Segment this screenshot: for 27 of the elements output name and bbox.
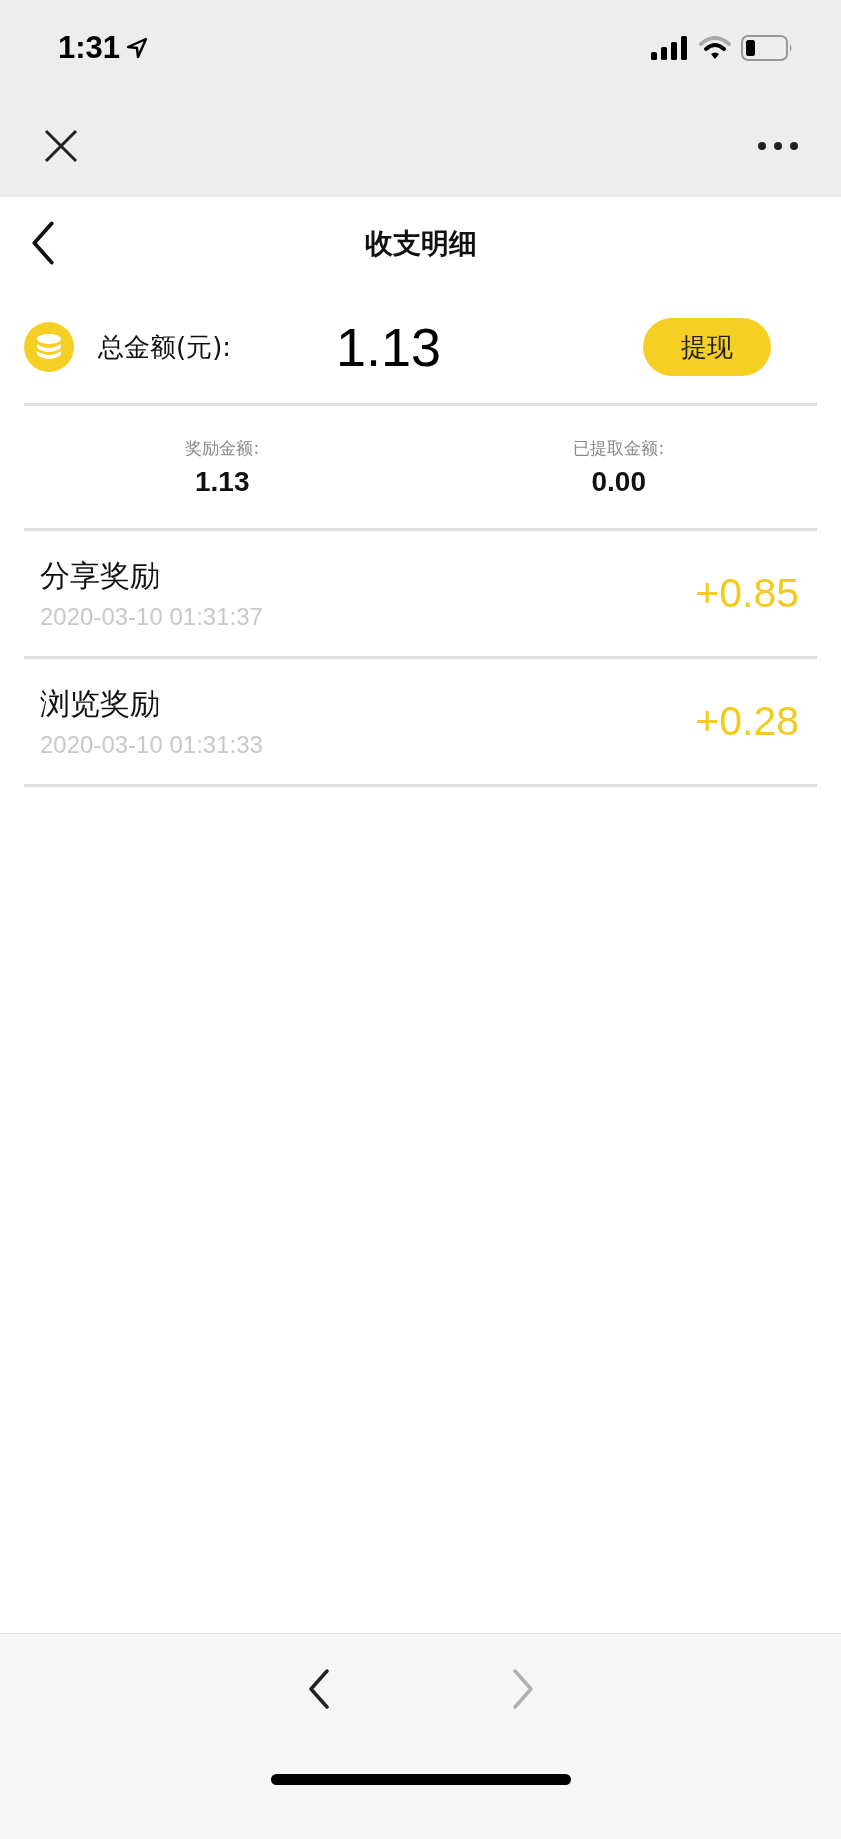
back-button[interactable] [30,219,56,267]
signal-icon [651,35,689,60]
back-icon [30,219,56,267]
page-title: 收支明细 [364,226,477,262]
more-icon [757,141,799,151]
stat-label: 已提取金额: [573,436,665,460]
withdraw-button[interactable]: 提现 [643,318,771,376]
more-button[interactable] [757,141,799,151]
close-icon [44,129,78,163]
stat-label: 奖励金额: [185,436,260,460]
record-title: 分享奖励 [40,557,161,595]
back-nav-button[interactable] [306,1669,331,1709]
battery-icon [741,34,793,61]
close-button[interactable] [44,129,78,163]
chevron-left-icon [306,1669,331,1709]
record-amount: +0.85 [695,570,799,617]
status-time: 1:31 [58,29,121,66]
chevron-right-icon [510,1669,535,1709]
coins-icon [24,322,74,372]
stat-value: 0.00 [591,465,646,498]
record-title: 浏览奖励 [40,685,161,723]
total-label: 总金额(元): [98,330,233,364]
total-amount: 1.13 [336,316,443,378]
location-arrow-icon [126,36,149,59]
record-amount: +0.28 [695,698,799,745]
stat-value: 1.13 [195,465,250,498]
wifi-icon [699,35,731,60]
